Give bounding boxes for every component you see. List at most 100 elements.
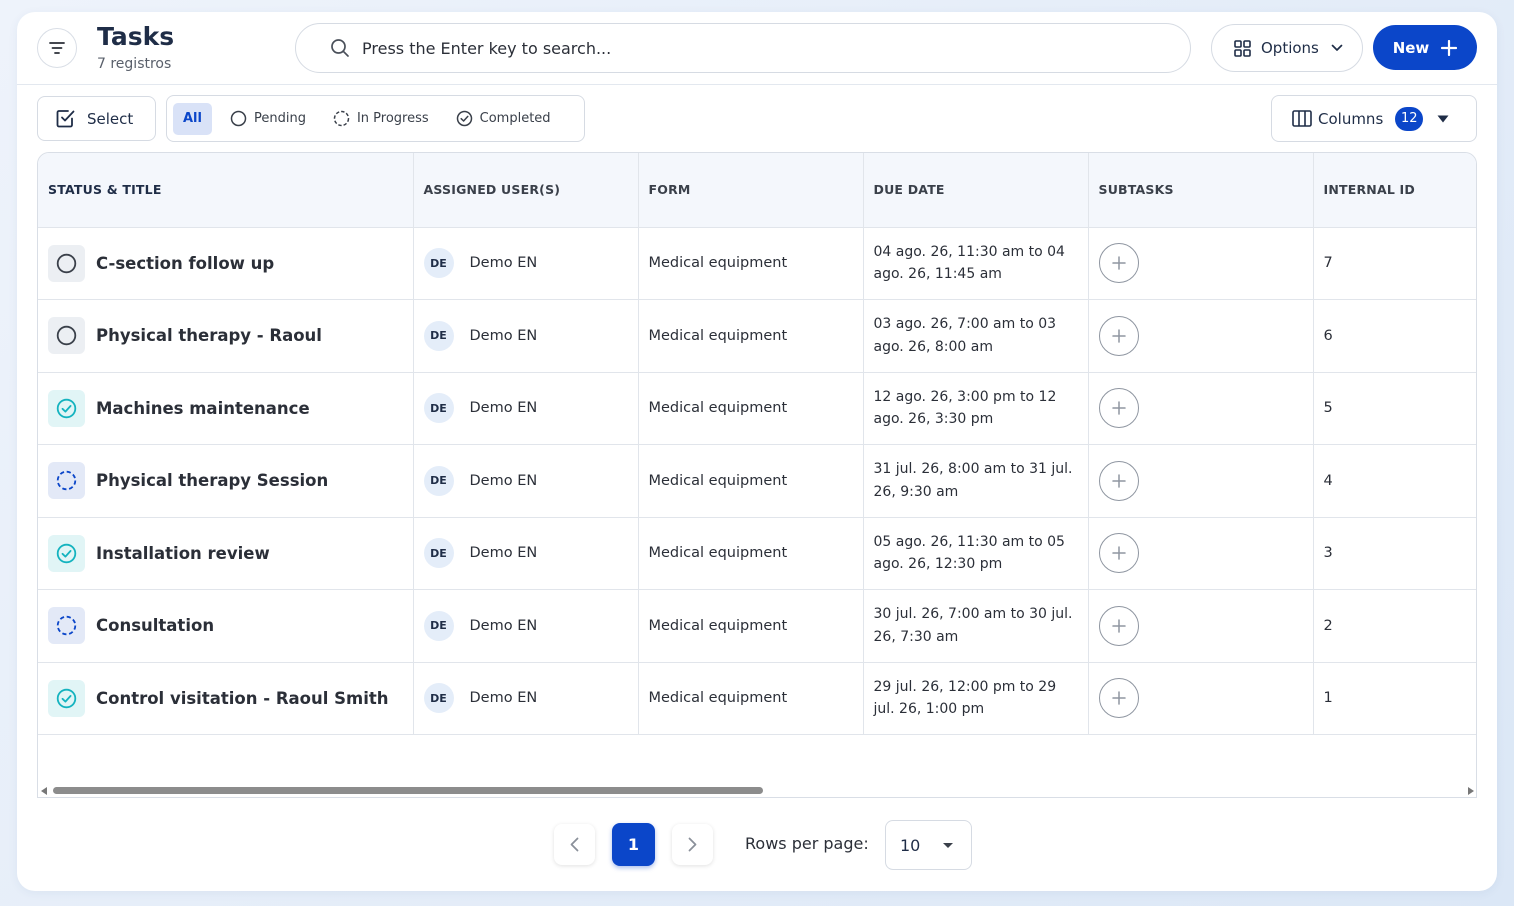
status-title-cell: C-section follow up xyxy=(38,227,414,300)
search-bar[interactable] xyxy=(295,23,1191,73)
tasks-table: STATUS & TITLE ASSIGNED USER(S) FORM DUE… xyxy=(37,152,1477,798)
new-task-button[interactable]: New xyxy=(1373,25,1477,70)
form-cell: Medical equipment xyxy=(638,662,864,735)
task-title[interactable]: Physical therapy Session xyxy=(96,471,328,490)
task-title[interactable]: Physical therapy - Raoul xyxy=(96,326,322,345)
subtasks-cell xyxy=(1088,372,1314,445)
in-progress-status-icon[interactable] xyxy=(48,462,85,500)
add-subtask-button[interactable] xyxy=(1098,678,1139,719)
current-page-button[interactable]: 1 xyxy=(612,823,655,866)
subtasks-cell xyxy=(1088,517,1314,590)
page-title: Tasks xyxy=(97,22,175,51)
task-title[interactable]: C-section follow up xyxy=(96,254,274,273)
col-header-assigned-users[interactable]: ASSIGNED USER(S) xyxy=(413,153,639,228)
select-label: Select xyxy=(87,109,134,128)
status-title-cell: Consultation xyxy=(38,589,414,663)
subtasks-cell xyxy=(1088,299,1314,373)
completed-status-icon[interactable] xyxy=(48,679,85,717)
plus-icon xyxy=(1111,474,1126,488)
user-name: Demo EN xyxy=(469,617,538,634)
tab-completed[interactable]: Completed xyxy=(448,103,559,135)
table-row[interactable]: Installation review DE Demo EN Medical e… xyxy=(38,517,1476,590)
plus-icon xyxy=(1111,401,1126,415)
due-date-cell: 29 jul. 26, 12:00 pm to 29 jul. 26, 1:00… xyxy=(863,662,1089,735)
due-date-cell: 05 ago. 26, 11:30 am to 05 ago. 26, 12:3… xyxy=(863,517,1089,590)
user-wrap: DE Demo EN xyxy=(423,610,638,641)
columns-button[interactable]: Columns 12 xyxy=(1271,95,1477,142)
select-button[interactable]: Select xyxy=(37,96,156,141)
col-header-status-title[interactable]: STATUS & TITLE xyxy=(38,153,414,228)
col-header-form[interactable]: FORM xyxy=(638,153,864,228)
rows-per-page-label: Rows per page: xyxy=(745,834,869,853)
previous-page-button[interactable] xyxy=(554,824,595,865)
status-title-cell: Physical therapy Session xyxy=(38,444,414,518)
search-input[interactable] xyxy=(362,38,1142,58)
avatar: DE xyxy=(423,393,454,424)
table-row[interactable]: Physical therapy Session DE Demo EN Medi… xyxy=(38,444,1476,518)
columns-count-badge: 12 xyxy=(1395,106,1424,131)
assigned-user-cell: DE Demo EN xyxy=(413,372,639,445)
status-filter-tabs: All Pending In Progress Completed xyxy=(166,95,585,142)
rows-per-page-select[interactable]: 10 xyxy=(885,820,972,870)
completed-status-icon[interactable] xyxy=(48,534,85,572)
task-title[interactable]: Machines maintenance xyxy=(96,399,310,418)
form-cell: Medical equipment xyxy=(638,299,864,373)
add-subtask-button[interactable] xyxy=(1098,533,1139,574)
status-title-cell: Control visitation - Raoul Smith xyxy=(38,662,414,735)
user-name: Demo EN xyxy=(469,400,538,417)
add-subtask-button[interactable] xyxy=(1098,388,1139,429)
pending-status-icon[interactable] xyxy=(48,244,85,282)
add-subtask-button[interactable] xyxy=(1098,605,1139,646)
table-row[interactable]: Consultation DE Demo EN Medical equipmen… xyxy=(38,589,1476,663)
tab-all[interactable]: All xyxy=(173,102,212,135)
in-progress-status-icon[interactable] xyxy=(48,607,85,645)
add-subtask-button[interactable] xyxy=(1098,460,1139,501)
caret-down-icon xyxy=(943,842,954,848)
form-cell: Medical equipment xyxy=(638,589,864,663)
avatar: DE xyxy=(423,683,454,714)
user-wrap: DE Demo EN xyxy=(423,393,638,424)
scroll-right-arrow-icon[interactable] xyxy=(1468,787,1474,795)
task-title[interactable]: Consultation xyxy=(96,616,214,635)
table-row[interactable]: C-section follow up DE Demo EN Medical e… xyxy=(38,227,1476,300)
add-subtask-button[interactable] xyxy=(1098,315,1139,356)
assigned-user-cell: DE Demo EN xyxy=(413,444,639,518)
col-header-internal-id[interactable]: INTERNAL ID xyxy=(1313,153,1476,228)
user-name: Demo EN xyxy=(469,545,538,562)
scrollbar-thumb[interactable] xyxy=(53,787,763,794)
status-title-wrap: Machines maintenance xyxy=(48,389,413,427)
table-row[interactable]: Machines maintenance DE Demo EN Medical … xyxy=(38,372,1476,445)
options-button[interactable]: Options xyxy=(1211,24,1363,72)
filter-icon xyxy=(49,42,65,54)
subtasks-cell xyxy=(1088,662,1314,735)
new-label: New xyxy=(1392,38,1430,57)
user-wrap: DE Demo EN xyxy=(423,683,638,714)
user-wrap: DE Demo EN xyxy=(423,320,638,351)
internal-id-cell: 1 xyxy=(1313,662,1476,735)
plus-icon xyxy=(1111,546,1126,560)
next-page-button[interactable] xyxy=(672,824,713,865)
scroll-left-arrow-icon[interactable] xyxy=(41,787,47,795)
col-header-due-date[interactable]: DUE DATE xyxy=(863,153,1089,228)
pending-status-icon[interactable] xyxy=(48,317,85,355)
horizontal-scrollbar[interactable] xyxy=(37,783,1477,798)
filter-button[interactable] xyxy=(37,28,77,68)
caret-down-icon xyxy=(1437,115,1449,122)
task-title[interactable]: Installation review xyxy=(96,544,270,563)
table-row[interactable]: Physical therapy - Raoul DE Demo EN Medi… xyxy=(38,299,1476,373)
status-title-cell: Installation review xyxy=(38,517,414,590)
due-date-cell: 30 jul. 26, 7:00 am to 30 jul. 26, 7:30 … xyxy=(863,589,1089,663)
tab-pending[interactable]: Pending xyxy=(222,103,314,135)
completed-status-icon[interactable] xyxy=(48,389,85,427)
internal-id-cell: 5 xyxy=(1313,372,1476,445)
task-title[interactable]: Control visitation - Raoul Smith xyxy=(96,689,389,708)
internal-id-cell: 2 xyxy=(1313,589,1476,663)
table-row[interactable]: Control visitation - Raoul Smith DE Demo… xyxy=(38,662,1476,735)
add-subtask-button[interactable] xyxy=(1098,243,1139,284)
due-date-cell: 31 jul. 26, 8:00 am to 31 jul. 26, 9:30 … xyxy=(863,444,1089,518)
tab-in-progress[interactable]: In Progress xyxy=(325,103,437,135)
assigned-user-cell: DE Demo EN xyxy=(413,662,639,735)
form-cell: Medical equipment xyxy=(638,517,864,590)
subtasks-cell xyxy=(1088,444,1314,518)
col-header-subtasks[interactable]: SUBTASKS xyxy=(1088,153,1314,228)
